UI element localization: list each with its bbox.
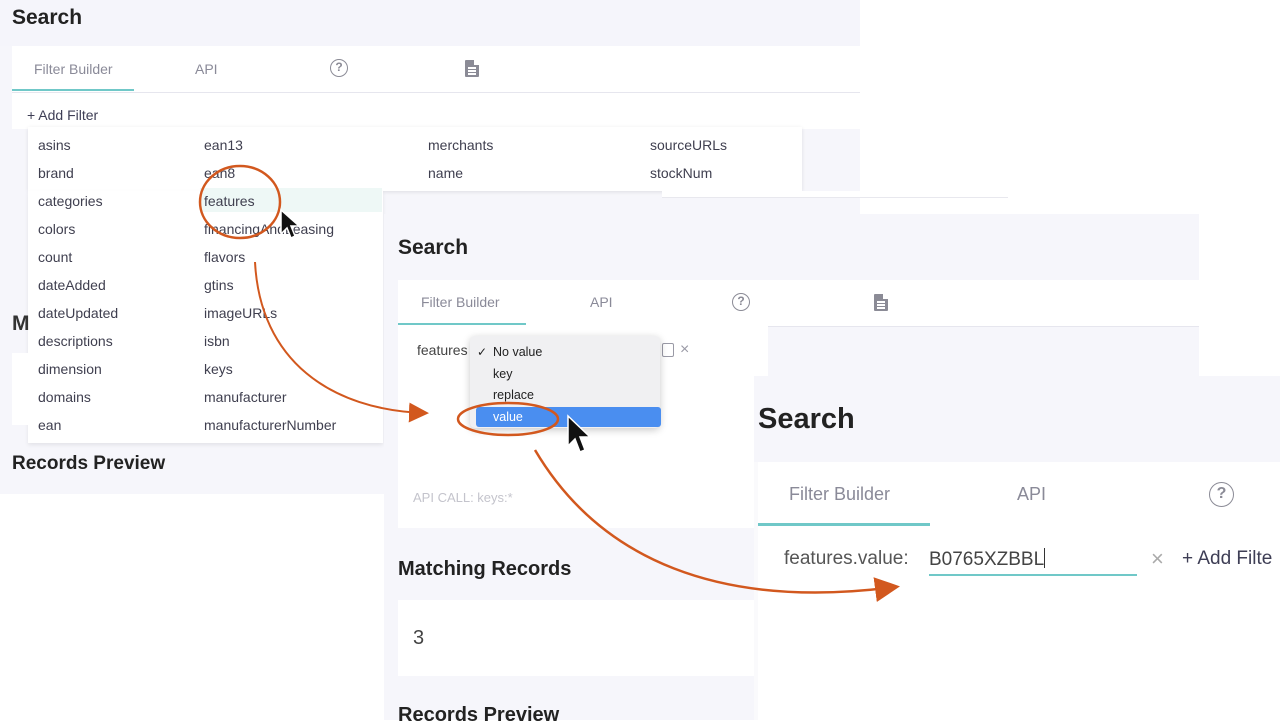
highlight-circle-value	[456, 401, 560, 437]
annotation-overlay	[198, 164, 900, 602]
arrow-to-menu	[254, 261, 429, 423]
mouse-pointer-icon	[567, 414, 592, 453]
mouse-pointer-icon	[280, 208, 301, 240]
highlight-circle-features	[198, 164, 282, 240]
arrow-to-result	[533, 449, 900, 602]
